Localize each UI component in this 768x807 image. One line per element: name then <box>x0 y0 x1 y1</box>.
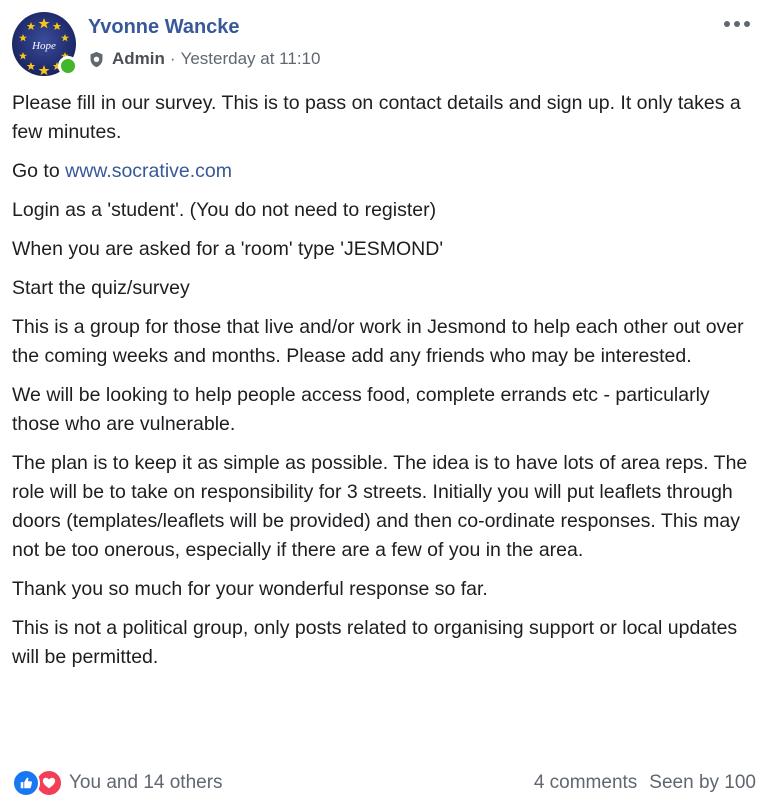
like-reaction-icon <box>12 769 40 797</box>
avatar-text: Hope <box>31 40 56 52</box>
paragraph-group: This is a group for those that live and/… <box>12 316 744 367</box>
paragraph-plan: The plan is to keep it as simple as poss… <box>12 452 748 561</box>
post-footer: You and 14 others 4 comments Seen by 100 <box>12 768 756 798</box>
paragraph-start: Start the quiz/survey <box>12 277 190 299</box>
post-meta: Admin · Yesterday at 11:10 <box>88 49 320 69</box>
paragraph-help: We will be looking to help people access… <box>12 384 710 435</box>
paragraph-political: This is not a political group, only post… <box>12 617 738 668</box>
paragraph-goto: Go to www.socrative.com <box>12 157 757 186</box>
socrative-link[interactable]: www.socrative.com <box>65 160 232 182</box>
paragraph-room: When you are asked for a 'room' type 'JE… <box>12 238 444 260</box>
role-badge: Admin <box>112 49 165 68</box>
meta-separator: · <box>169 49 176 68</box>
paragraph-login: Login as a 'student'. (You do not need t… <box>12 199 437 221</box>
paragraph-thanks: Thank you so much for your wonderful res… <box>12 578 488 600</box>
author-avatar[interactable]: Hope <box>12 12 78 76</box>
post-timestamp[interactable]: Yesterday at 11:10 <box>181 49 321 69</box>
post-stats: 4 comments Seen by 100 <box>534 772 756 794</box>
more-options-button[interactable] <box>720 12 754 36</box>
author-name[interactable]: Yvonne Wancke <box>88 16 240 39</box>
comments-count[interactable]: 4 comments <box>534 772 637 794</box>
more-options-icon <box>724 21 750 27</box>
post-body: Please fill in our survey. This is to pa… <box>12 89 757 682</box>
seen-by-count: Seen by 100 <box>649 772 756 793</box>
paragraph-survey: Please fill in our survey. This is to pa… <box>12 92 741 143</box>
online-status-dot <box>58 56 78 76</box>
goto-text: Go to <box>12 160 66 182</box>
reactions-summary[interactable]: You and 14 others <box>12 769 223 797</box>
admin-shield-icon <box>90 51 103 67</box>
reactions-count: You and 14 others <box>69 772 223 793</box>
feed-post: Hope Yvonne Wancke Admin · Yesterday at … <box>0 0 768 807</box>
